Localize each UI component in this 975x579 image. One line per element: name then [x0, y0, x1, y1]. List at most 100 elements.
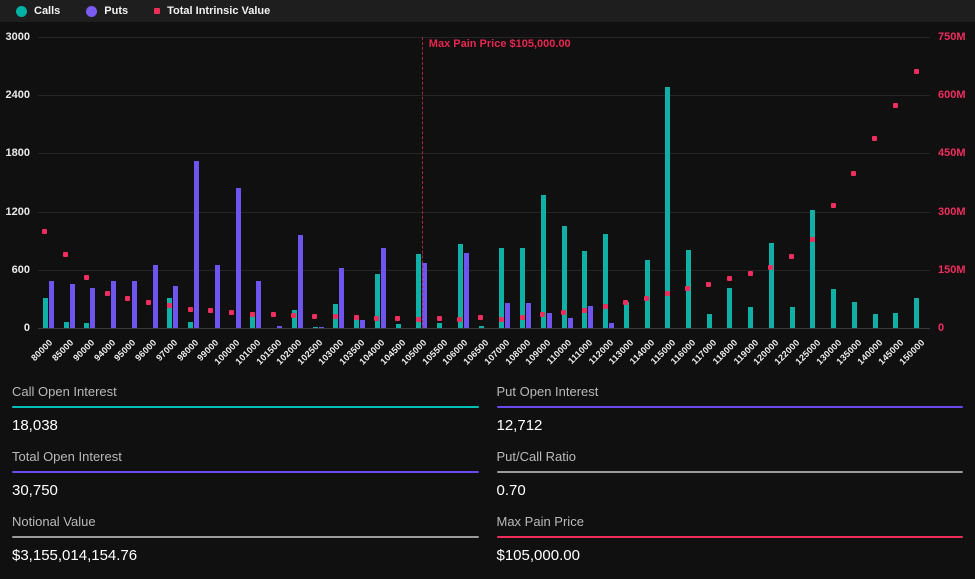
calls-bar [499, 248, 504, 329]
calls-bar [707, 314, 712, 328]
puts-bar [588, 306, 593, 328]
calls-bar [458, 244, 463, 328]
intrinsic-value-point [416, 317, 421, 322]
intrinsic-value-point [665, 291, 670, 296]
intrinsic-value-point [582, 308, 587, 313]
stat-value: 0.70 [497, 482, 964, 500]
calls-bar [396, 324, 401, 328]
calls-bar [748, 307, 753, 328]
intrinsic-value-point [914, 69, 919, 74]
calls-bar [624, 302, 629, 328]
right-axis-tick-label: 0 [938, 322, 944, 334]
puts-bar [609, 323, 614, 328]
left-axis-tick-label: 2400 [0, 89, 30, 101]
intrinsic-value-point [125, 296, 130, 301]
puts-bar [547, 313, 552, 329]
right-axis-tick-label: 450M [938, 147, 966, 159]
puts-bar [526, 303, 531, 328]
calls-bar [873, 314, 878, 328]
legend-label-calls: Calls [34, 5, 60, 17]
intrinsic-value-point [437, 316, 442, 321]
intrinsic-value-point [208, 308, 213, 313]
puts-bar [90, 288, 95, 328]
right-axis-tick-label: 600M [938, 89, 966, 101]
puts-bar [215, 265, 220, 328]
chart-legend: Calls Puts Total Intrinsic Value [0, 0, 975, 22]
intrinsic-value-point [851, 171, 856, 176]
intrinsic-value-point [520, 315, 525, 320]
intrinsic-value-point [831, 203, 836, 208]
intrinsic-value-point [561, 310, 566, 315]
puts-bar [505, 303, 510, 328]
calls-bar [893, 313, 898, 329]
intrinsic-value-point [748, 271, 753, 276]
calls-bar [727, 288, 732, 328]
intrinsic-swatch-icon [154, 8, 160, 14]
stat-underline [497, 536, 964, 538]
puts-bar [360, 320, 365, 328]
legend-label-puts: Puts [104, 5, 128, 17]
intrinsic-value-point [167, 303, 172, 308]
stat-max-pain-price: Max Pain Price $105,000.00 [497, 514, 964, 565]
puts-bar [236, 188, 241, 328]
intrinsic-value-point [603, 304, 608, 309]
intrinsic-value-point [250, 312, 255, 317]
intrinsic-value-point [623, 300, 628, 305]
calls-bar [313, 327, 318, 329]
legend-item-calls[interactable]: Calls [16, 5, 60, 17]
puts-bar [173, 286, 178, 328]
gridline [38, 270, 930, 271]
calls-bar [354, 319, 359, 328]
stat-underline [12, 471, 479, 473]
puts-bar [132, 281, 137, 329]
intrinsic-value-point [395, 316, 400, 321]
stat-value: $105,000.00 [497, 547, 964, 565]
intrinsic-value-point [374, 316, 379, 321]
intrinsic-value-point [105, 291, 110, 296]
calls-bar [831, 289, 836, 328]
right-axis-tick-label: 300M [938, 206, 966, 218]
gridline [38, 95, 930, 96]
puts-bar [339, 268, 344, 328]
intrinsic-value-point [685, 286, 690, 291]
stat-value: $3,155,014,154.76 [12, 547, 479, 565]
intrinsic-value-point [789, 254, 794, 259]
puts-bar [70, 284, 75, 328]
puts-bar [256, 281, 261, 328]
intrinsic-value-point [644, 296, 649, 301]
calls-bar [645, 260, 650, 328]
calls-bar [810, 210, 815, 328]
calls-bar [914, 298, 919, 328]
calls-swatch-icon [16, 6, 27, 17]
puts-bar [464, 253, 469, 328]
stat-underline [12, 536, 479, 538]
intrinsic-value-point [893, 103, 898, 108]
left-axis-tick-label: 1200 [0, 206, 30, 218]
right-axis-tick-label: 150M [938, 264, 966, 276]
intrinsic-value-point [727, 276, 732, 281]
calls-bar [43, 298, 48, 328]
options-open-interest-chart: Max Pain Price $105,000.00 00600150M1200… [0, 22, 975, 374]
puts-bar [319, 327, 324, 328]
legend-item-intrinsic[interactable]: Total Intrinsic Value [154, 5, 270, 17]
intrinsic-value-point [540, 312, 545, 317]
calls-bar [167, 298, 172, 328]
intrinsic-value-point [42, 229, 47, 234]
puts-bar [277, 326, 282, 328]
left-axis-tick-label: 3000 [0, 31, 30, 43]
stat-label: Notional Value [12, 514, 479, 530]
stat-label: Put/Call Ratio [497, 449, 964, 465]
legend-item-puts[interactable]: Puts [86, 5, 128, 17]
intrinsic-value-point [810, 237, 815, 242]
stat-put-call-ratio: Put/Call Ratio 0.70 [497, 449, 964, 500]
calls-bar [437, 323, 442, 328]
puts-bar [49, 281, 54, 328]
calls-bar [84, 323, 89, 328]
intrinsic-value-point [146, 300, 151, 305]
intrinsic-value-point [872, 136, 877, 141]
intrinsic-value-point [271, 312, 276, 317]
calls-bar [603, 234, 608, 328]
stat-value: 18,038 [12, 417, 479, 435]
puts-bar [422, 263, 427, 329]
intrinsic-value-point [457, 317, 462, 322]
